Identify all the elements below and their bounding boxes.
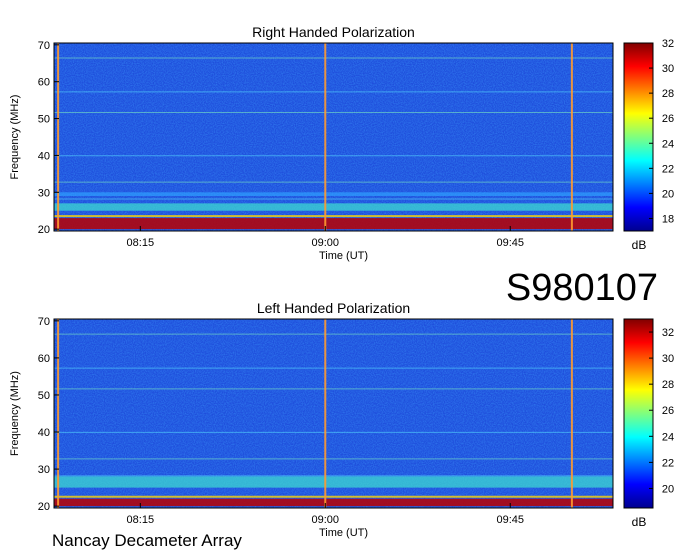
panel-title: Left Handed Polarization	[257, 300, 410, 316]
colorbar-tick-label: 30	[662, 63, 674, 75]
y-tick-label: 60	[38, 353, 50, 365]
colorbar	[623, 42, 654, 232]
y-tick-label: 70	[38, 40, 50, 52]
x-tick-label: 09:00	[312, 237, 340, 249]
x-axis-label: Time (UT)	[319, 527, 368, 539]
colorbar-tick-label: 20	[662, 483, 674, 495]
colorbar-tick-label: 32	[662, 327, 674, 339]
bright-band	[54, 498, 613, 507]
bright-band	[54, 203, 613, 211]
left-polarization-panel: Left Handed Polarization 20 30 40 50 60 70 Freq…	[9, 300, 674, 539]
band-edge	[54, 495, 613, 498]
x-axis-label: Time (UT)	[319, 250, 368, 262]
x-tick-label: 08:15	[127, 237, 155, 249]
colorbar-unit-label: dB	[632, 238, 647, 252]
y-tick-label: 20	[38, 224, 50, 236]
y-tick-label: 50	[38, 390, 50, 402]
y-tick-label: 50	[38, 114, 50, 126]
dataset-id-label: S980107	[506, 267, 658, 309]
colorbar-unit-label: dB	[632, 515, 647, 529]
bright-band	[54, 192, 613, 196]
colorbar	[623, 318, 654, 509]
noise-texture	[54, 43, 613, 231]
right-polarization-panel: Right Handed Polarization 20 30 40 50 60 70 Fre…	[9, 24, 674, 262]
colorbar-tick-label: 22	[662, 457, 674, 469]
colorbar-tick-label: 26	[662, 405, 674, 417]
band-edge	[54, 215, 613, 218]
colorbar-tick-label: 28	[662, 88, 674, 100]
y-tick-label: 60	[38, 77, 50, 89]
colorbar-tick-label: 22	[662, 163, 674, 175]
spectrogram-figure: Right Handed Polarization 20 30 40 50 60 70 Fre…	[9, 24, 674, 550]
colorbar-tick-label: 26	[662, 113, 674, 125]
colorbar-tick-label: 32	[662, 38, 674, 50]
colorbar-tick-label: 30	[662, 353, 674, 365]
x-tick-label: 09:00	[312, 514, 340, 526]
colorbar-tick-label: 18	[662, 213, 674, 225]
colorbar-tick-label: 24	[662, 431, 674, 443]
y-tick-label: 40	[38, 427, 50, 439]
colorbar-tick-label: 28	[662, 379, 674, 391]
y-tick-label: 40	[38, 150, 50, 162]
colorbar-tick-label: 24	[662, 138, 674, 150]
y-tick-label: 30	[38, 187, 50, 199]
colorbar-tick-label: 20	[662, 188, 674, 200]
panel-title: Right Handed Polarization	[252, 24, 415, 40]
x-tick-label: 09:45	[496, 514, 524, 526]
x-tick-label: 09:45	[496, 237, 524, 249]
bright-band	[54, 476, 613, 488]
y-axis-label: Frequency (MHz)	[9, 95, 21, 180]
observatory-label: Nancay Decameter Array	[52, 531, 242, 550]
x-tick-label: 08:15	[127, 514, 155, 526]
y-tick-label: 30	[38, 464, 50, 476]
bright-band	[54, 218, 613, 230]
y-tick-label: 20	[38, 501, 50, 513]
y-tick-label: 70	[38, 316, 50, 328]
y-axis-label: Frequency (MHz)	[9, 371, 21, 456]
